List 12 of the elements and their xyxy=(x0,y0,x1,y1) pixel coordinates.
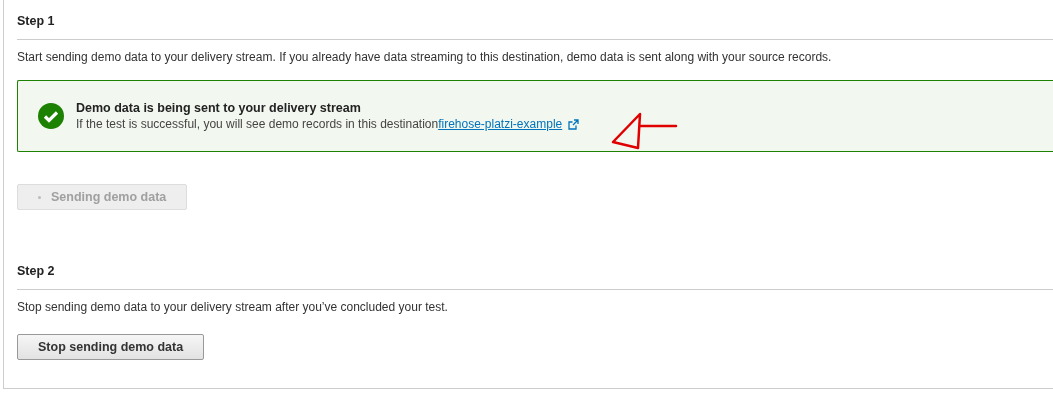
check-circle-icon xyxy=(38,103,64,129)
stop-button[interactable]: Stop sending demo data xyxy=(17,334,205,360)
step-heading: Step 2 xyxy=(17,263,56,280)
step-description: Start sending demo data to your delivery stream. If you already have data streaming to this destination, demo data is sent along with your source records. xyxy=(17,50,833,64)
spinner-icon xyxy=(38,195,41,199)
external-link-icon xyxy=(568,118,580,130)
step-heading: Step 1 xyxy=(17,13,56,30)
arrow-drawing xyxy=(610,112,678,150)
destination-link[interactable]: firehose-platzi-example xyxy=(438,117,563,131)
step-description: Stop sending demo data to your delivery stream after you’ve concluded your test. xyxy=(17,300,449,314)
alert-message: If the test is successful, you will see demo records in this destination xyxy=(76,117,439,131)
alert-title: Demo data is being sent to your delivery stream xyxy=(76,101,362,115)
